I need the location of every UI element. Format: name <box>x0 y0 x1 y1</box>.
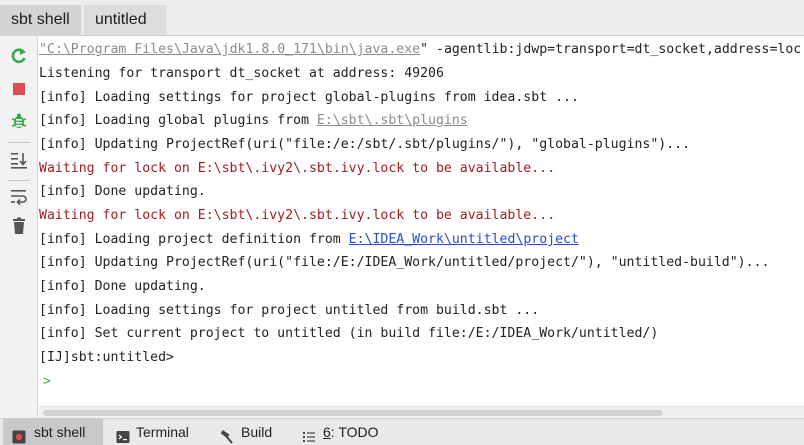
hammer-icon <box>220 426 234 444</box>
bottom-tab-terminal[interactable]: Terminal <box>107 419 205 445</box>
console-line-warning: Waiting for lock on E:\sbt\.ivy2\.sbt.iv… <box>39 161 556 176</box>
cmd-args: -agentlib:jdwp=transport=dt_socket,addre… <box>428 42 802 57</box>
sbt-prompt: [IJ]sbt:untitled> <box>39 350 174 365</box>
trash-icon[interactable] <box>9 216 29 236</box>
rerun-icon[interactable] <box>9 46 29 66</box>
scrollbar-thumb[interactable] <box>43 410 663 416</box>
console-output[interactable]: "C:\Program Files\Java\jdk1.8.0_171\bin\… <box>39 36 804 406</box>
toolbar-separator <box>8 180 30 181</box>
global-plugins-path-link[interactable]: E:\sbt\.sbt\plugins <box>317 113 468 128</box>
bottom-tab-build[interactable]: Build <box>211 419 293 445</box>
bottom-tab-label: 6: TODO <box>323 419 379 445</box>
console-line-warning: Waiting for lock on E:\sbt\.ivy2\.sbt.iv… <box>39 208 556 223</box>
toolbar-separator <box>8 142 30 143</box>
console-line: [info] Done updating. <box>39 279 206 294</box>
console-toolbar <box>0 36 38 418</box>
bottom-tab-todo[interactable]: 6: TODO <box>293 419 393 445</box>
horizontal-scrollbar[interactable] <box>39 406 804 418</box>
todo-mnemonic: 6 <box>323 424 331 440</box>
console-line: [info] Loading global plugins from E:\sb… <box>39 111 468 131</box>
console-line: [info] Loading settings for project glob… <box>39 90 579 105</box>
tab-untitled[interactable]: untitled <box>84 5 166 35</box>
tool-window-bar: sbt shell Terminal Build 6: TODO <box>0 418 804 445</box>
todo-label: : TODO <box>330 424 379 440</box>
cmd-quote-close: " <box>420 42 429 57</box>
console-line: [info] Updating ProjectRef(uri("file:/e:… <box>39 137 691 152</box>
project-definition-link[interactable]: E:\IDEA_Work\untitled\project <box>349 232 579 247</box>
console-line-command: "C:\Program Files\Java\jdk1.8.0_171\bin\… <box>39 40 801 60</box>
sbt-shell-icon <box>12 426 26 444</box>
tool-window-tabs: sbt shell untitled <box>0 0 804 36</box>
console-line: [info] Loading settings for project unti… <box>39 303 540 318</box>
console-line: [info] Set current project to untitled (… <box>39 326 659 341</box>
input-caret[interactable]: > <box>43 372 51 392</box>
console-line: [info] Done updating. <box>39 184 206 199</box>
cmd-quote-open: " <box>39 42 47 57</box>
todo-list-icon <box>302 426 316 442</box>
debug-icon[interactable] <box>9 111 29 131</box>
scroll-to-end-icon[interactable] <box>9 150 29 170</box>
bottom-tab-label: Terminal <box>136 424 189 440</box>
bottom-tab-label: sbt shell <box>34 424 86 440</box>
soft-wrap-icon[interactable] <box>9 186 29 206</box>
bottom-tab-sbt-shell[interactable]: sbt shell <box>3 419 103 445</box>
console-text: [info] Loading global plugins from <box>39 113 317 128</box>
tab-sbt-shell[interactable]: sbt shell <box>0 5 81 35</box>
stop-icon[interactable] <box>9 79 29 99</box>
console-line: [info] Updating ProjectRef(uri("file:/E:… <box>39 255 770 270</box>
bottom-tab-label: Build <box>241 424 273 440</box>
terminal-icon <box>116 426 130 443</box>
console-text: [info] Loading project definition from <box>39 232 349 247</box>
console-line: [info] Loading project definition from E… <box>39 230 579 250</box>
console-line: Listening for transport dt_socket at add… <box>39 66 444 81</box>
java-exe-link[interactable]: C:\Program Files\Java\jdk1.8.0_171\bin\j… <box>47 42 420 57</box>
